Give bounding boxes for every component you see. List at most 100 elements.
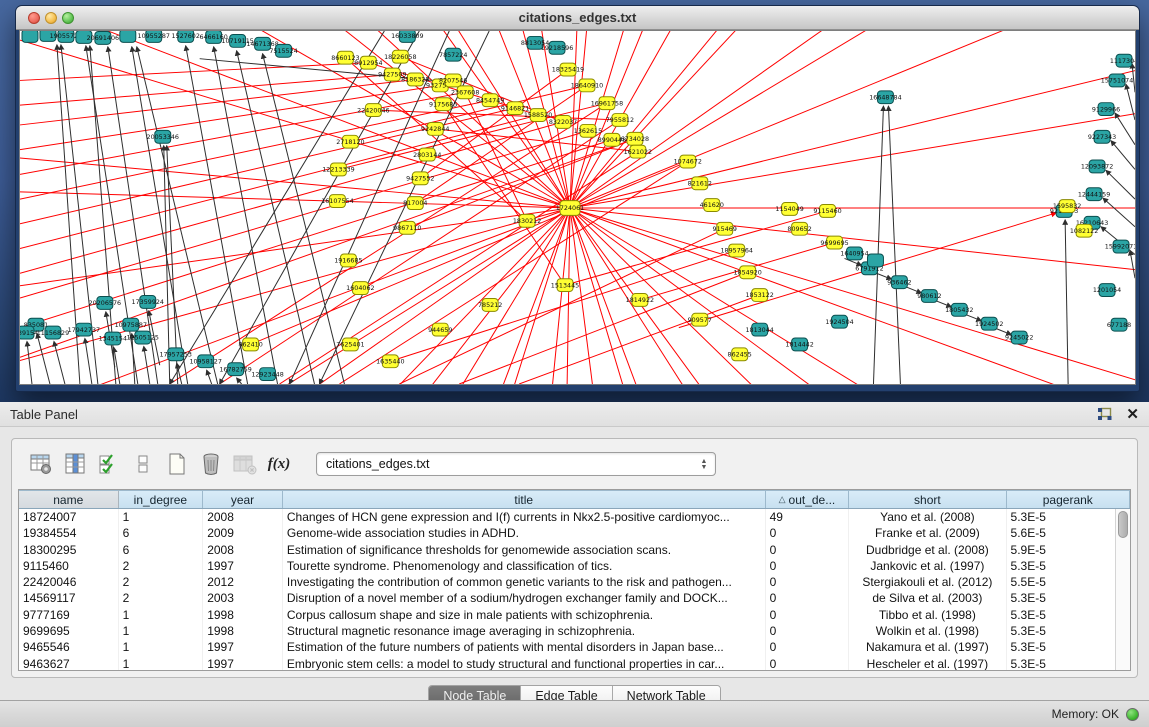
graph-node[interactable]: 980612 — [917, 290, 941, 303]
svg-text:8322037: 8322037 — [549, 119, 577, 126]
graph-node[interactable] — [22, 31, 38, 42]
cell-pagerank: 5.3E-5 — [1007, 509, 1130, 525]
graph-node[interactable]: 12444159 — [1078, 188, 1110, 201]
graph-node[interactable]: 7955812 — [606, 114, 634, 127]
vertical-scrollbar[interactable] — [1115, 509, 1130, 670]
graph-node[interactable]: 7857224 — [439, 48, 467, 61]
table-source-combobox[interactable]: citations_edges.txt ▲▼ — [316, 452, 716, 476]
table-row[interactable]: 969969511998Structural magnetic resonanc… — [19, 623, 1130, 639]
graph-node[interactable]: 10958127 — [189, 355, 221, 368]
graph-node[interactable]: 1853122 — [745, 289, 773, 302]
window-titlebar[interactable]: citations_edges.txt — [16, 6, 1139, 30]
column-header-name[interactable]: name — [19, 490, 119, 508]
hub-node[interactable]: 1724061 — [556, 201, 584, 216]
new-table-icon[interactable] — [162, 449, 192, 479]
graph-node[interactable]: 1830212 — [513, 214, 541, 227]
graph-node[interactable]: 1513445 — [551, 279, 579, 292]
table-row[interactable]: 977716911998Corpus callosum shape and si… — [19, 607, 1130, 623]
delete-rows-icon[interactable] — [196, 449, 226, 479]
graph-node[interactable]: 1814442 — [785, 338, 813, 351]
graph-node[interactable]: 16782759 — [219, 363, 251, 376]
graph-node[interactable]: 1201054 — [1093, 284, 1121, 297]
memory-ok-icon — [1126, 708, 1139, 721]
graph-node[interactable]: 18640910 — [571, 79, 603, 92]
graph-node[interactable]: 20053346 — [147, 130, 179, 143]
network-canvas[interactable]: 1905572420691406109552871527602646616010… — [19, 30, 1136, 385]
svg-text:1082122: 1082122 — [1070, 228, 1098, 235]
combobox-value: citations_edges.txt — [326, 457, 430, 471]
graph-node[interactable]: 1813044 — [745, 323, 773, 336]
close-panel-icon[interactable]: ✕ — [1126, 407, 1139, 422]
graph-node[interactable] — [867, 254, 883, 267]
column-header-out_de[interactable]: △out_de... — [766, 490, 850, 508]
graph-node[interactable]: 1924504 — [825, 315, 853, 328]
float-panel-icon[interactable] — [1097, 407, 1112, 421]
cell-title: Changes of HCN gene expression and I(f) … — [283, 509, 766, 525]
cell-name: 9465546 — [19, 639, 119, 655]
graph-node[interactable]: 22420046 — [357, 104, 389, 117]
graph-node[interactable]: 2718120 — [336, 135, 364, 148]
graph-node[interactable]: 9115460 — [813, 205, 841, 218]
cell-title: Embryonic stem cells: a model to study s… — [283, 656, 766, 671]
graph-node[interactable]: 809652 — [787, 222, 811, 235]
graph-node[interactable]: 16961758 — [591, 97, 623, 110]
network-graph: 1905572420691406109552871527602646616010… — [20, 31, 1135, 384]
graph-node[interactable]: 9129966 — [1092, 103, 1120, 116]
graph-node[interactable]: 1814922 — [626, 294, 654, 307]
graph-node[interactable]: 17957253 — [159, 348, 191, 361]
graph-node[interactable]: 1154049 — [775, 203, 803, 216]
graph-node[interactable]: 461620 — [700, 199, 724, 212]
graph-node[interactable]: 15751074 — [1101, 74, 1133, 87]
table-row[interactable]: 911546021997Tourette syndrome. Phenomeno… — [19, 558, 1130, 574]
graph-node[interactable]: 1635440 — [376, 355, 404, 368]
graph-node[interactable]: 12923448 — [251, 368, 283, 381]
column-header-year[interactable]: year — [203, 490, 283, 508]
table-settings-icon[interactable] — [26, 449, 56, 479]
graph-node[interactable]: 1924502 — [975, 317, 1003, 330]
table-row[interactable]: 1830029562008Estimation of significance … — [19, 542, 1130, 558]
graph-node[interactable]: 12213339 — [322, 163, 354, 176]
graph-node[interactable]: 20206576 — [89, 296, 121, 309]
table-row[interactable]: 1456911722003Disruption of a novel membe… — [19, 590, 1130, 606]
graph-node[interactable]: 1527602 — [172, 31, 200, 42]
scrollbar-thumb[interactable] — [1118, 511, 1128, 538]
graph-node[interactable]: 18325419 — [552, 63, 584, 76]
table-row[interactable]: 946554611997Estimation of the future num… — [19, 639, 1130, 655]
graph-node[interactable]: 817004 — [403, 197, 427, 210]
graph-node[interactable]: 862410 — [238, 338, 262, 351]
cell-pagerank: 5.6E-5 — [1007, 525, 1130, 541]
graph-node[interactable]: 677188 — [1107, 318, 1131, 331]
svg-text:16033809: 16033809 — [391, 33, 423, 40]
clear-selection-icon[interactable] — [128, 449, 158, 479]
graph-node[interactable]: 936462 — [887, 276, 911, 289]
svg-text:1588520: 1588520 — [524, 112, 552, 119]
graph-node[interactable]: 17359924 — [132, 296, 164, 309]
column-header-short[interactable]: short — [849, 490, 1006, 508]
graph-node[interactable]: 1805432 — [945, 303, 973, 316]
graph-node[interactable]: 1640954 — [840, 247, 868, 260]
graph-node[interactable]: 1117304 — [1110, 54, 1135, 67]
column-header-title[interactable]: title — [283, 490, 766, 508]
graph-node[interactable]: 10975887 — [115, 318, 147, 331]
graph-node[interactable]: 1345154 — [99, 332, 127, 345]
graph-node[interactable]: 1621022 — [624, 145, 652, 158]
graph-node[interactable]: 16033809 — [391, 31, 423, 42]
select-columns-icon[interactable] — [60, 449, 90, 479]
cytoscape-app: citations_edges.txt 19055724206914061095… — [0, 0, 1149, 727]
column-header-pagerank[interactable]: pagerank — [1007, 490, 1130, 508]
table-row[interactable]: 2242004622012Investigating the contribut… — [19, 574, 1130, 590]
table-row[interactable]: 946362711997Embryonic stem cells: a mode… — [19, 656, 1130, 671]
graph-node[interactable]: 862455 — [728, 348, 752, 361]
graph-node[interactable]: 1916685 — [334, 254, 362, 267]
graph-node[interactable] — [120, 31, 136, 42]
cell-in_degree: 1 — [119, 656, 204, 671]
table-row[interactable]: 1872400712008Changes of HCN gene express… — [19, 509, 1130, 525]
graph-node[interactable]: 10955287 — [138, 31, 170, 42]
table-row[interactable]: 1938455462009Genome-wide association stu… — [19, 525, 1130, 541]
column-header-in_degree[interactable]: in_degree — [119, 490, 204, 508]
select-all-icon[interactable] — [94, 449, 124, 479]
function-builder-icon[interactable]: f(x) — [264, 449, 294, 479]
graph-node[interactable]: 16648784 — [869, 91, 901, 104]
graph-node[interactable]: 17942737 — [68, 323, 100, 336]
graph-node[interactable]: 12093872 — [1081, 160, 1113, 173]
